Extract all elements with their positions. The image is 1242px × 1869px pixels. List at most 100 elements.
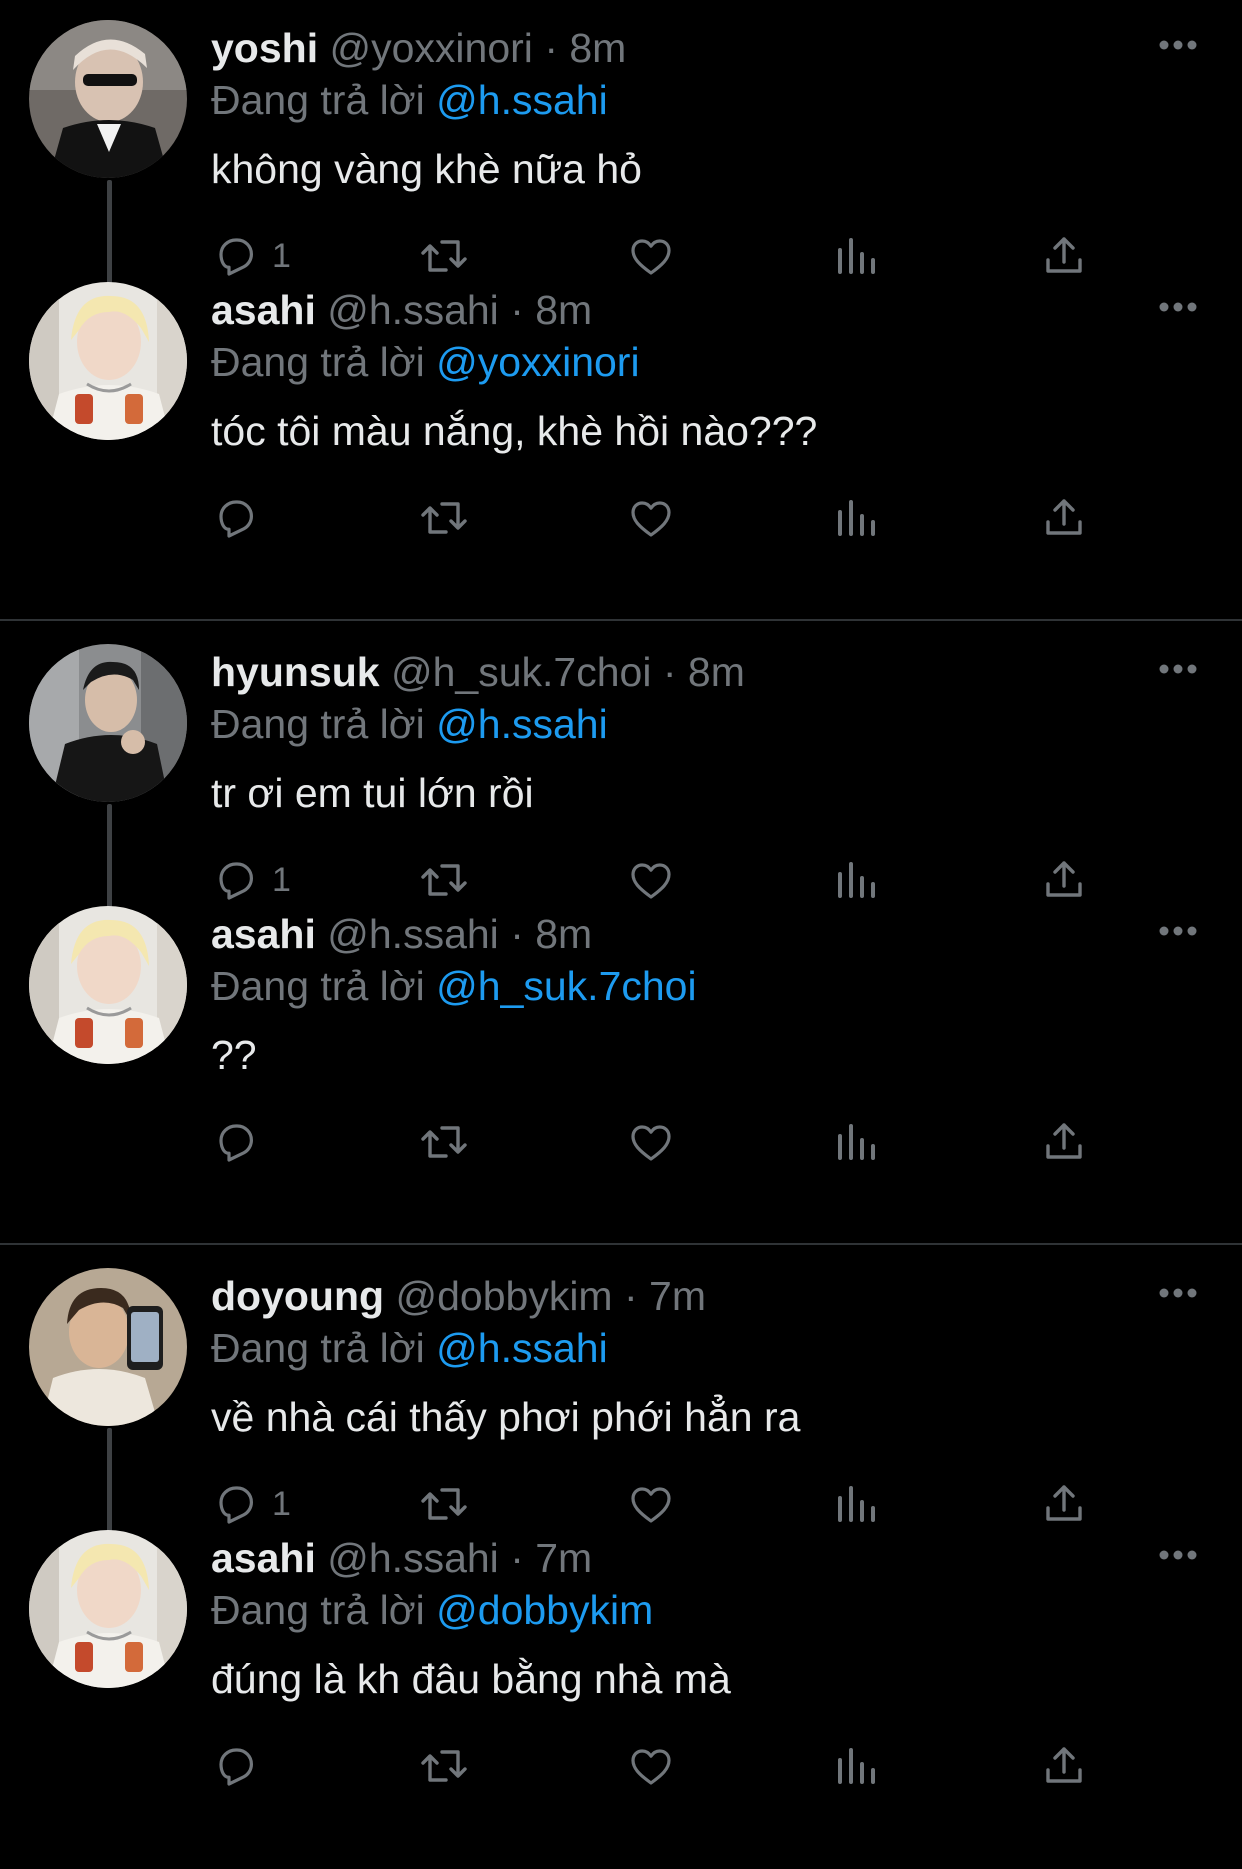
tweet-asahi[interactable]: asahi @h.ssahi · 8m Đang trả lời @yoxxin… <box>0 262 1242 574</box>
tweet-header: hyunsuk @h_suk.7choi · 8m <box>211 647 745 697</box>
heart-icon <box>631 1125 671 1161</box>
avatar[interactable] <box>29 1268 187 1426</box>
heart-icon <box>631 1749 671 1785</box>
tweet-header: asahi @h.ssahi · 7m <box>211 1533 592 1583</box>
reply-prefix: Đang trả lời <box>211 77 425 123</box>
handle[interactable]: @h.ssahi <box>327 287 499 333</box>
reply-prefix: Đang trả lời <box>211 1325 425 1371</box>
tweet-text: về nhà cái thấy phơi phới hẳn ra <box>211 1394 801 1440</box>
avatar[interactable] <box>29 1530 187 1688</box>
reply-icon <box>219 1748 253 1786</box>
reply-button[interactable] <box>212 1116 272 1168</box>
display-name[interactable]: asahi <box>211 1535 316 1581</box>
more-options-icon[interactable] <box>1158 1286 1198 1300</box>
replying-to: Đang trả lời @h.ssahi <box>211 699 608 749</box>
retweet-button[interactable] <box>418 1116 470 1168</box>
thread-divider <box>0 619 1242 621</box>
views-chart-icon <box>838 1748 875 1784</box>
avatar[interactable] <box>29 20 187 178</box>
avatar[interactable] <box>29 906 187 1064</box>
reply-icon <box>219 500 253 538</box>
tweet-text: tr ơi em tui lớn rồi <box>211 770 534 816</box>
views-button[interactable] <box>834 1740 878 1792</box>
display-name[interactable]: doyoung <box>211 1273 384 1319</box>
retweet-icon <box>421 1126 467 1158</box>
reply-mention-link[interactable]: @h.ssahi <box>436 77 608 123</box>
more-options-icon[interactable] <box>1158 662 1198 676</box>
handle[interactable]: @h_suk.7choi <box>391 649 651 695</box>
tweet-text: không vàng khè nữa hỏ <box>211 146 642 192</box>
replying-to: Đang trả lời @dobbykim <box>211 1585 653 1635</box>
share-button[interactable] <box>1040 1740 1088 1792</box>
tweet-text: tóc tôi màu nắng, khè hồi nào??? <box>211 408 818 454</box>
views-button[interactable] <box>834 492 878 544</box>
separator-dot: · <box>510 1535 524 1581</box>
like-button[interactable] <box>627 492 675 544</box>
like-button[interactable] <box>627 1740 675 1792</box>
handle[interactable]: @dobbykim <box>395 1273 612 1319</box>
handle[interactable]: @yoxxinori <box>330 25 533 71</box>
views-chart-icon <box>838 1124 875 1160</box>
tweet-asahi[interactable]: asahi @h.ssahi · 8m Đang trả lời @h_suk.… <box>0 886 1242 1198</box>
retweet-icon <box>421 502 467 534</box>
replying-to: Đang trả lời @h_suk.7choi <box>211 961 697 1011</box>
separator-dot: · <box>623 1273 638 1319</box>
timestamp[interactable]: 7m <box>649 1273 706 1319</box>
timestamp[interactable]: 8m <box>535 911 592 957</box>
reply-prefix: Đang trả lời <box>211 339 425 385</box>
separator-dot: · <box>510 287 524 333</box>
tweet-header: asahi @h.ssahi · 8m <box>211 285 592 335</box>
handle[interactable]: @h.ssahi <box>327 911 499 957</box>
reply-mention-link[interactable]: @h.ssahi <box>436 701 608 747</box>
avatar[interactable] <box>29 282 187 440</box>
separator-dot: · <box>544 25 558 71</box>
share-button[interactable] <box>1040 1116 1088 1168</box>
timestamp[interactable]: 8m <box>535 287 592 333</box>
thread-divider <box>0 1243 1242 1245</box>
share-icon <box>1046 1123 1082 1159</box>
display-name[interactable]: asahi <box>211 911 316 957</box>
handle[interactable]: @h.ssahi <box>327 1535 499 1581</box>
heart-icon <box>631 501 671 537</box>
reply-button[interactable] <box>212 1740 272 1792</box>
reply-icon <box>219 1124 253 1162</box>
avatar[interactable] <box>29 644 187 802</box>
display-name[interactable]: hyunsuk <box>211 649 380 695</box>
display-name[interactable]: asahi <box>211 287 316 333</box>
display-name[interactable]: yoshi <box>211 25 318 71</box>
reply-prefix: Đang trả lời <box>211 963 425 1009</box>
more-options-icon[interactable] <box>1158 38 1198 52</box>
tweet-asahi[interactable]: asahi @h.ssahi · 7m Đang trả lời @dobbyk… <box>0 1510 1242 1822</box>
timestamp[interactable]: 7m <box>535 1535 592 1581</box>
share-icon <box>1046 499 1082 535</box>
like-button[interactable] <box>627 1116 675 1168</box>
reply-mention-link[interactable]: @h_suk.7choi <box>436 963 696 1009</box>
share-icon <box>1046 1747 1082 1783</box>
replying-to: Đang trả lời @h.ssahi <box>211 75 608 125</box>
reply-button[interactable] <box>212 492 272 544</box>
timestamp[interactable]: 8m <box>569 25 626 71</box>
reply-feed: yoshi @yoxxinori · 8m Đang trả lời @h.ss… <box>0 0 1242 1869</box>
reply-mention-link[interactable]: @dobbykim <box>436 1587 653 1633</box>
more-options-icon[interactable] <box>1158 300 1198 314</box>
reply-mention-link[interactable]: @yoxxinori <box>436 339 639 385</box>
reply-prefix: Đang trả lời <box>211 701 425 747</box>
retweet-icon <box>421 1750 467 1782</box>
tweet-header: doyoung @dobbykim · 7m <box>211 1271 706 1321</box>
more-options-icon[interactable] <box>1158 1548 1198 1562</box>
replying-to: Đang trả lời @yoxxinori <box>211 337 640 387</box>
views-button[interactable] <box>834 1116 878 1168</box>
separator-dot: · <box>510 911 524 957</box>
tweet-text: đúng là kh đâu bằng nhà mà <box>211 1656 731 1702</box>
more-options-icon[interactable] <box>1158 924 1198 938</box>
reply-mention-link[interactable]: @h.ssahi <box>436 1325 608 1371</box>
replying-to: Đang trả lời @h.ssahi <box>211 1323 608 1373</box>
retweet-button[interactable] <box>418 492 470 544</box>
retweet-button[interactable] <box>418 1740 470 1792</box>
timestamp[interactable]: 8m <box>688 649 745 695</box>
reply-prefix: Đang trả lời <box>211 1587 425 1633</box>
tweet-header: yoshi @yoxxinori · 8m <box>211 23 626 73</box>
share-button[interactable] <box>1040 492 1088 544</box>
tweet-header: asahi @h.ssahi · 8m <box>211 909 592 959</box>
tweet-text: ?? <box>211 1032 257 1078</box>
